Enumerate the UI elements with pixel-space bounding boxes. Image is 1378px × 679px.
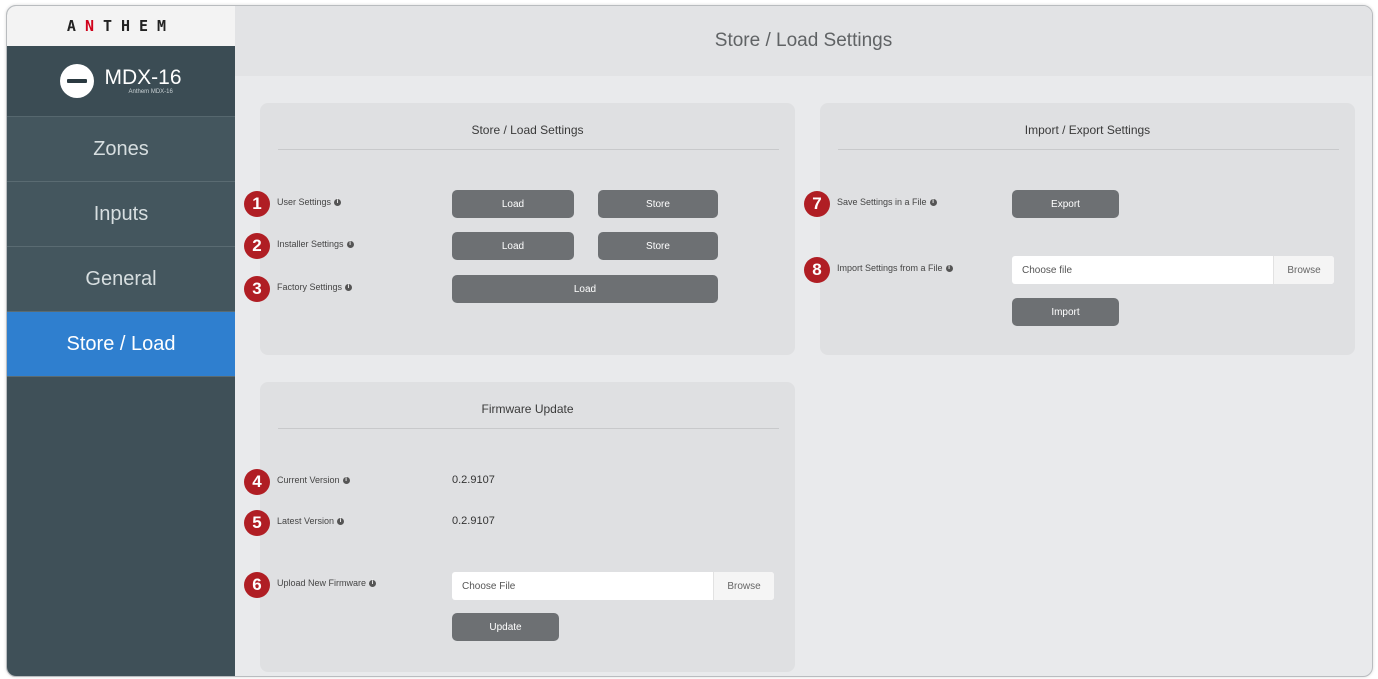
current-version-value: 0.2.9107 <box>452 474 495 486</box>
factory-settings-label: Factory Settings i <box>277 282 353 292</box>
callout-badge-3: 3 <box>244 276 270 302</box>
sidebar: ANTHEM MDX-16 Anthem MDX-16 Zones Inputs… <box>7 6 235 676</box>
brand-logo: ANTHEM <box>7 6 235 46</box>
divider <box>278 149 779 150</box>
firmware-file-input[interactable]: Choose File Browse <box>452 572 774 600</box>
sidebar-item-general[interactable]: General <box>7 247 235 312</box>
sidebar-item-zones[interactable]: Zones <box>7 117 235 182</box>
sidebar-item-store-load[interactable]: Store / Load <box>7 312 235 377</box>
callout-badge-6: 6 <box>244 572 270 598</box>
import-export-panel: Import / Export Settings 7 Save Settings… <box>804 103 1355 355</box>
user-store-button[interactable]: Store <box>598 190 718 218</box>
info-icon: i <box>337 517 345 525</box>
upload-firmware-label: Upload New Firmware i <box>277 578 377 588</box>
browse-button[interactable]: Browse <box>1273 256 1334 284</box>
callout-badge-1: 1 <box>244 191 270 217</box>
factory-load-button[interactable]: Load <box>452 275 718 303</box>
sidebar-item-inputs[interactable]: Inputs <box>7 182 235 247</box>
info-icon: i <box>369 579 377 587</box>
latest-version-label: Latest Version i <box>277 516 345 526</box>
app-window: ANTHEM MDX-16 Anthem MDX-16 Zones Inputs… <box>6 5 1373 677</box>
current-version-label: Current Version i <box>277 475 350 485</box>
file-placeholder: Choose file <box>1022 264 1073 276</box>
callout-badge-7: 7 <box>804 191 830 217</box>
import-file-input[interactable]: Choose file Browse <box>1012 256 1334 284</box>
user-settings-label: User Settings i <box>277 197 342 207</box>
info-icon: i <box>334 198 342 206</box>
import-button[interactable]: Import <box>1012 298 1119 326</box>
user-load-button[interactable]: Load <box>452 190 574 218</box>
device-model: MDX-16 <box>104 66 182 89</box>
installer-store-button[interactable]: Store <box>598 232 718 260</box>
info-icon: i <box>342 476 350 484</box>
latest-version-value: 0.2.9107 <box>452 515 495 527</box>
info-icon: i <box>345 283 353 291</box>
import-settings-label: Import Settings from a File i <box>837 263 953 273</box>
info-icon: i <box>945 264 953 272</box>
panel-title: Firmware Update <box>481 402 574 416</box>
browse-button[interactable]: Browse <box>713 572 774 600</box>
device-icon <box>60 64 95 98</box>
anthem-logo: ANTHEM <box>66 17 176 35</box>
panel-title: Store / Load Settings <box>471 123 584 137</box>
device-header: MDX-16 Anthem MDX-16 <box>7 46 235 117</box>
installer-settings-label: Installer Settings i <box>277 239 354 249</box>
callout-badge-4: 4 <box>244 469 270 495</box>
info-icon: i <box>929 198 937 206</box>
file-placeholder: Choose File <box>462 580 516 592</box>
save-settings-label: Save Settings in a File i <box>837 197 937 207</box>
callout-badge-2: 2 <box>244 233 270 259</box>
divider <box>278 428 779 429</box>
installer-load-button[interactable]: Load <box>452 232 574 260</box>
device-subtitle: Anthem MDX-16 <box>128 89 173 95</box>
firmware-update-panel: Firmware Update 4 Current Version i 0.2.9… <box>244 382 795 672</box>
export-button[interactable]: Export <box>1012 190 1119 218</box>
info-icon: i <box>346 240 354 248</box>
page-title: Store / Load Settings <box>235 6 1372 76</box>
callout-badge-8: 8 <box>804 257 830 283</box>
store-load-panel: Store / Load Settings 1 User Settings i L… <box>244 103 795 355</box>
divider <box>838 149 1339 150</box>
callout-badge-5: 5 <box>244 510 270 536</box>
update-button[interactable]: Update <box>452 613 559 641</box>
panel-title: Import / Export Settings <box>1024 123 1151 137</box>
